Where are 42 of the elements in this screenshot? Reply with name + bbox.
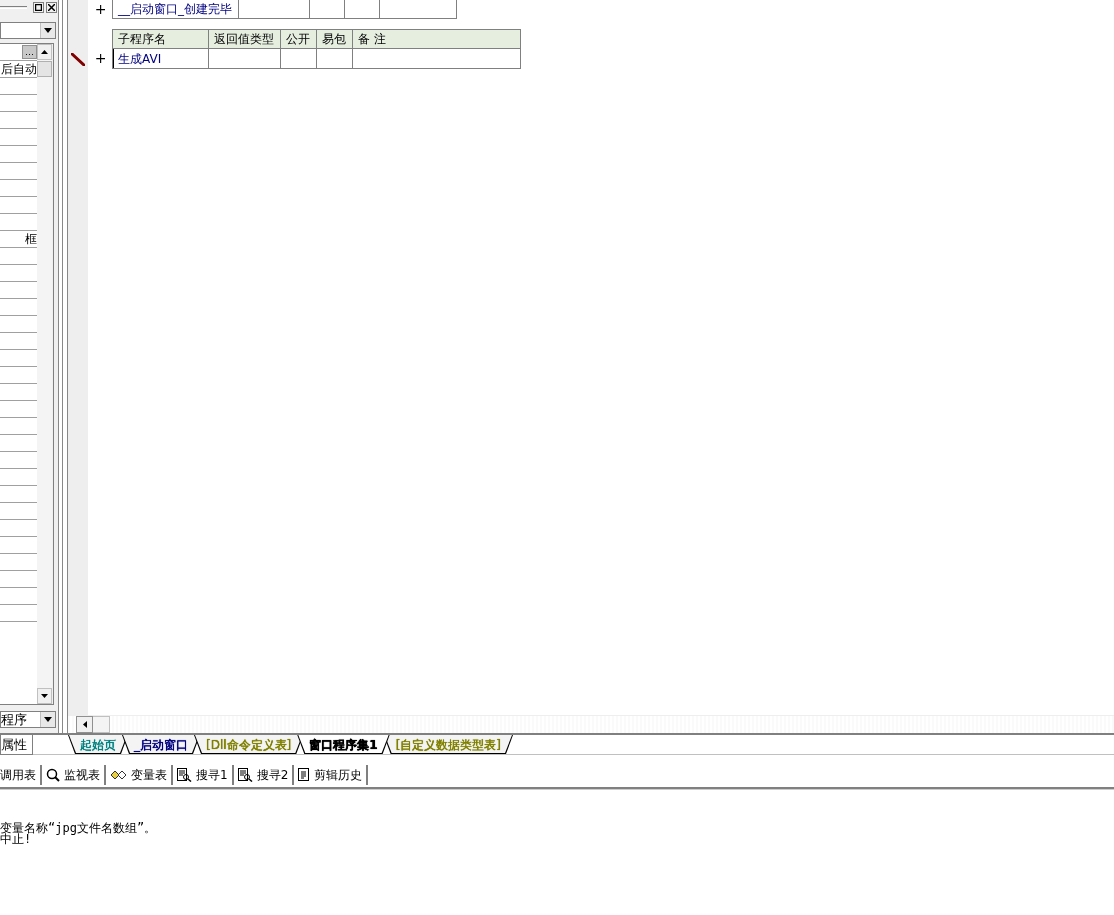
output-line: 变量名称“jpg文件名数组”。	[0, 823, 158, 834]
up-arrow-icon	[41, 50, 48, 54]
scrollbar-thumb[interactable]	[93, 716, 110, 733]
output-line: 中止!	[0, 834, 32, 845]
column-header: 易包	[316, 29, 353, 49]
caret-icon	[44, 28, 52, 33]
toolbar-button[interactable]: 搜寻2	[233, 765, 295, 785]
expand-button[interactable]: +	[88, 0, 113, 19]
column-header: 公开	[280, 29, 317, 49]
window-icon	[35, 3, 42, 11]
search-icon	[46, 768, 60, 782]
column-header: 备 注	[352, 29, 521, 49]
expand-button[interactable]: +	[88, 49, 113, 69]
scroll-down-button[interactable]	[37, 688, 52, 704]
column-header: 子程序名	[112, 29, 209, 49]
property-value: 后自动	[0, 61, 37, 78]
diamonds-icon	[110, 769, 127, 781]
caret-icon	[44, 717, 52, 722]
toolbar-button[interactable]: 变量表	[106, 765, 173, 785]
document-search-icon	[237, 768, 253, 782]
toolbar-button[interactable]: 搜寻1	[173, 765, 234, 785]
toolbar-button[interactable]: 监视表	[42, 765, 106, 785]
close-icon	[48, 3, 55, 11]
document-search-icon	[177, 768, 192, 782]
down-arrow-icon	[41, 694, 48, 698]
table-cell: __启动窗口_创建完毕	[112, 0, 239, 19]
property-value: 框	[24, 231, 37, 248]
document-icon	[298, 768, 311, 782]
properties-tab[interactable]: 属性	[0, 735, 33, 755]
scrollbar-thumb[interactable]	[37, 61, 52, 77]
type-dropdown[interactable]: 程序	[0, 711, 56, 728]
column-header: 返回值类型	[208, 29, 281, 49]
restore-button[interactable]	[33, 1, 44, 13]
scroll-left-button[interactable]	[76, 716, 93, 733]
close-button[interactable]	[46, 1, 57, 13]
more-button[interactable]: …	[22, 45, 37, 59]
left-arrow-icon	[82, 721, 87, 728]
table-cell: 生成AVI	[112, 49, 209, 69]
object-dropdown[interactable]	[0, 22, 56, 39]
toolbar-button[interactable]: 调用表	[0, 765, 42, 785]
scroll-up-button[interactable]	[37, 44, 52, 60]
toolbar-button[interactable]: 剪辑历史	[294, 765, 369, 785]
